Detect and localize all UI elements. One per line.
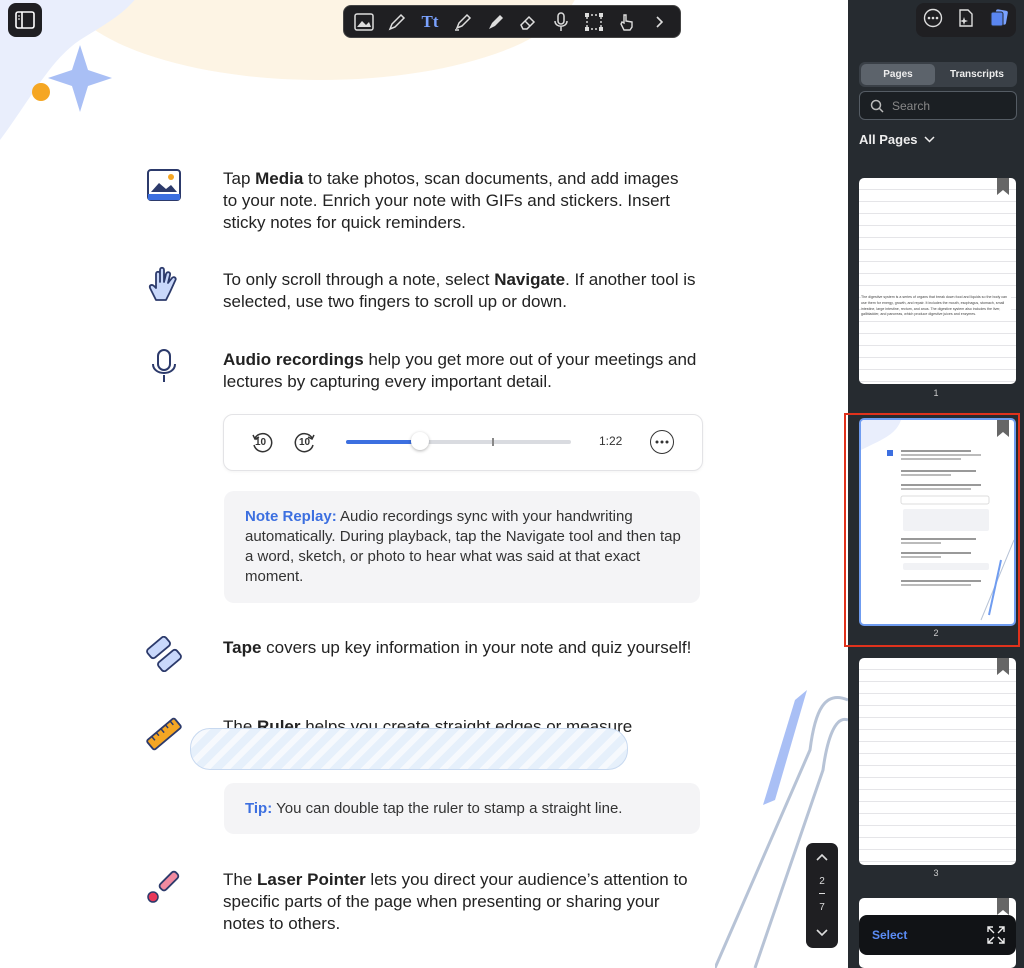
page-number-1: 1 <box>933 388 939 398</box>
more-tools-button[interactable] <box>647 9 673 35</box>
thumbnail-2-preview <box>861 420 1014 621</box>
tape-overlay[interactable] <box>190 728 628 770</box>
pages-sidebar: Pages Transcripts Search All Pages The d… <box>844 0 1024 968</box>
bookmark-icon[interactable] <box>996 898 1010 916</box>
bookmark-icon[interactable] <box>996 420 1010 438</box>
microphone-tool-button[interactable] <box>548 9 574 35</box>
lasso-tool-button[interactable] <box>581 9 607 35</box>
navigate-icon <box>619 13 633 31</box>
pen-tool-button[interactable] <box>384 9 410 35</box>
audio-description: Audio recordings help you get more out o… <box>223 350 697 391</box>
media-icon <box>354 12 375 31</box>
sidebar-toggle-icon <box>15 11 35 29</box>
eraser-tool-button[interactable] <box>515 9 541 35</box>
media-description: Tap Media to take photos, scan documents… <box>223 169 679 232</box>
tape-icon <box>146 636 182 672</box>
page-thumbnail-3[interactable] <box>859 658 1016 865</box>
player-more-button[interactable] <box>650 430 674 454</box>
page-up-icon[interactable] <box>815 853 829 862</box>
select-button[interactable]: Select <box>872 928 907 942</box>
page-number-2: 2 <box>933 628 939 638</box>
marker-icon <box>488 14 503 29</box>
page-divider <box>819 893 825 894</box>
playback-scrubber[interactable] <box>411 432 430 450</box>
thumbnail-text: The digestive system is a series of orga… <box>861 295 1011 319</box>
highlighter-icon <box>454 13 471 31</box>
more-dots-icon <box>655 440 669 444</box>
note-replay-callout: Note Replay: Audio recordings sync with … <box>224 491 700 603</box>
forward-10-button[interactable]: 10 <box>293 431 317 455</box>
rewind-10-button[interactable]: 10 <box>250 431 274 455</box>
ruler-tip-text: Tip: You can double tap the ruler to sta… <box>245 800 623 817</box>
laser-pointer-icon <box>147 870 180 903</box>
ruler-tip-callout: Tip: You can double tap the ruler to sta… <box>224 783 700 834</box>
more-circle-icon <box>923 8 942 27</box>
microphone-icon <box>152 349 176 382</box>
text-tool-button[interactable]: Tt <box>417 9 443 35</box>
current-page-number: 2 <box>819 876 825 887</box>
eraser-icon <box>520 15 536 30</box>
bookmark-icon[interactable] <box>996 658 1010 676</box>
audio-player: 10 10 1:22 <box>223 414 703 471</box>
ruler-icon <box>146 717 182 751</box>
expand-icon[interactable] <box>987 926 1005 944</box>
select-bar: Select <box>859 915 1016 955</box>
playback-track[interactable] <box>346 432 571 450</box>
page-down-icon[interactable] <box>815 928 829 937</box>
sidebar-tabs: Pages Transcripts <box>859 62 1017 87</box>
highlighter-tool-button[interactable] <box>450 9 476 35</box>
tab-pages[interactable]: Pages <box>861 64 935 85</box>
media-icon <box>147 169 181 201</box>
page-thumbnail-2[interactable] <box>859 418 1016 626</box>
chevron-down-icon <box>924 136 935 143</box>
navigate-hand-icon <box>148 266 177 301</box>
all-pages-filter[interactable]: All Pages <box>859 132 935 147</box>
search-icon <box>870 99 884 113</box>
text-icon: Tt <box>421 11 439 31</box>
lasso-icon <box>584 12 603 31</box>
playback-marker <box>492 438 494 446</box>
filter-label: All Pages <box>859 132 918 147</box>
navigate-tool-button[interactable] <box>614 9 640 35</box>
bookmark-icon[interactable] <box>996 178 1010 196</box>
note-replay-text: Note Replay: Audio recordings sync with … <box>245 508 681 585</box>
total-page-number: 7 <box>819 902 825 913</box>
page-thumbnails-button[interactable] <box>989 8 1009 33</box>
rewind-label: 10 <box>255 437 267 448</box>
page-number-3: 3 <box>933 868 939 878</box>
sidebar-toggle-button[interactable] <box>8 3 42 37</box>
marker-tool-button[interactable] <box>483 9 509 35</box>
tool-toolbar: Tt <box>343 5 681 38</box>
page-thumbnail-1[interactable]: The digestive system is a series of orga… <box>859 178 1016 384</box>
search-field[interactable]: Search <box>859 91 1017 120</box>
search-placeholder: Search <box>892 99 931 113</box>
laser-pointer-description: The Laser Pointer lets you direct your a… <box>223 870 688 933</box>
pen-icon <box>388 13 406 30</box>
chevron-right-icon <box>655 15 663 28</box>
document-sparkle-icon <box>959 8 973 27</box>
sidebar-more-button[interactable] <box>923 8 943 33</box>
forward-label: 10 <box>299 437 311 448</box>
tape-description: Tape covers up key information in your n… <box>223 638 692 657</box>
sidebar-actions <box>916 3 1016 37</box>
page-indicator: 2 7 <box>806 843 838 948</box>
microphone-icon <box>554 11 568 31</box>
playback-time: 1:22 <box>599 434 623 448</box>
tab-transcripts[interactable]: Transcripts <box>939 64 1015 85</box>
page-thumbnails-icon <box>990 8 1009 26</box>
ai-document-button[interactable] <box>956 8 976 33</box>
playback-progress <box>346 440 421 444</box>
media-tool-button[interactable] <box>351 9 377 35</box>
navigate-description: To only scroll through a note, select Na… <box>223 270 696 311</box>
